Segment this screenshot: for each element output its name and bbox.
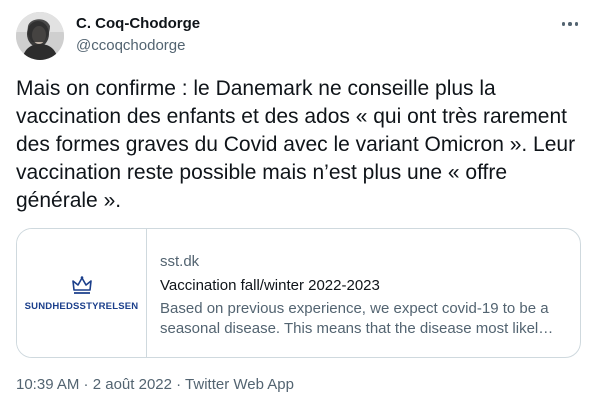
card-logo-text: SUNDHEDSSTYRELSEN bbox=[24, 300, 139, 312]
card-body[interactable]: sst.dk Vaccination fall/winter 2022-2023… bbox=[147, 229, 580, 357]
author-display-name[interactable]: C. Coq-Chodorge bbox=[76, 14, 200, 34]
card-media: SUNDHEDSSTYRELSEN bbox=[17, 229, 147, 357]
card-description: Based on previous experience, we expect … bbox=[160, 300, 549, 337]
crown-icon bbox=[71, 275, 92, 294]
more-button[interactable] bbox=[558, 12, 582, 36]
tweet: C. Coq-Chodorge @ccoqchodorge Mais on co… bbox=[0, 0, 596, 403]
tweet-text: Mais on confirme : le Danemark ne consei… bbox=[16, 77, 576, 212]
author-block[interactable]: C. Coq-Chodorge @ccoqchodorge bbox=[76, 14, 200, 56]
link-card[interactable]: SUNDHEDSSTYRELSEN sst.dk Vaccination fal… bbox=[16, 228, 581, 358]
avatar[interactable] bbox=[16, 12, 64, 60]
card-title: Vaccination fall/winter 2022-2023 bbox=[160, 277, 380, 294]
author-handle[interactable]: @ccoqchodorge bbox=[76, 36, 200, 56]
tweet-date[interactable]: 2 août 2022 bbox=[93, 376, 172, 393]
tweet-meta: 10:39 AM · 2 août 2022 · Twitter Web App bbox=[16, 375, 294, 395]
card-domain: sst.dk bbox=[160, 253, 200, 270]
tweet-time[interactable]: 10:39 AM bbox=[16, 376, 79, 393]
tweet-source[interactable]: Twitter Web App bbox=[185, 376, 294, 393]
avatar-image bbox=[16, 12, 64, 60]
more-icon bbox=[561, 22, 566, 26]
meta-separator: · bbox=[171, 376, 186, 393]
meta-separator: · bbox=[79, 376, 93, 393]
